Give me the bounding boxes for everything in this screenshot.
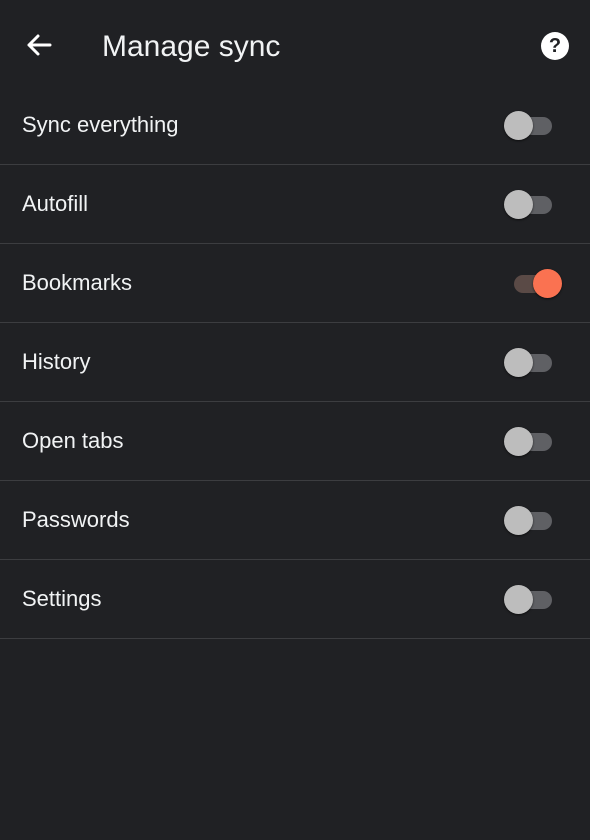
sync-row-bookmarks[interactable]: Bookmarks	[0, 244, 590, 323]
sync-row-passwords[interactable]: Passwords	[0, 481, 590, 560]
back-button[interactable]	[22, 28, 56, 62]
app-bar: Manage sync ?	[0, 0, 590, 86]
toggle-switch[interactable]	[504, 584, 562, 616]
row-label: Bookmarks	[22, 270, 133, 295]
toggle-switch[interactable]	[504, 110, 562, 142]
switch-thumb	[504, 111, 533, 140]
toggle-switch[interactable]	[504, 426, 562, 458]
row-label: Sync everything	[22, 112, 179, 137]
switch-thumb	[504, 506, 533, 535]
toggle-switch[interactable]	[504, 505, 562, 537]
sync-row-sync-everything[interactable]: Sync everything	[0, 86, 590, 165]
sync-row-autofill[interactable]: Autofill	[0, 165, 590, 244]
sync-row-settings[interactable]: Settings	[0, 560, 590, 639]
arrow-left-icon	[27, 34, 52, 56]
sync-row-open-tabs[interactable]: Open tabs	[0, 402, 590, 481]
row-label: Passwords	[22, 507, 130, 532]
row-label: Settings	[22, 586, 102, 611]
switch-thumb	[504, 348, 533, 377]
sync-list: Sync everything Autofill Bookmarks Histo…	[0, 86, 590, 639]
help-circle-icon: ?	[548, 35, 562, 57]
switch-thumb	[533, 269, 562, 298]
row-label: History	[22, 349, 91, 374]
help-button[interactable]: ?	[541, 32, 569, 60]
sync-row-history[interactable]: History	[0, 323, 590, 402]
row-label: Open tabs	[22, 428, 124, 453]
row-label: Autofill	[22, 191, 89, 216]
switch-thumb	[504, 427, 533, 456]
page-title: Manage sync	[102, 30, 281, 63]
switch-thumb	[504, 585, 533, 614]
toggle-switch[interactable]	[504, 189, 562, 221]
toggle-switch[interactable]	[504, 347, 562, 379]
switch-thumb	[504, 190, 533, 219]
toggle-switch[interactable]	[504, 268, 562, 300]
